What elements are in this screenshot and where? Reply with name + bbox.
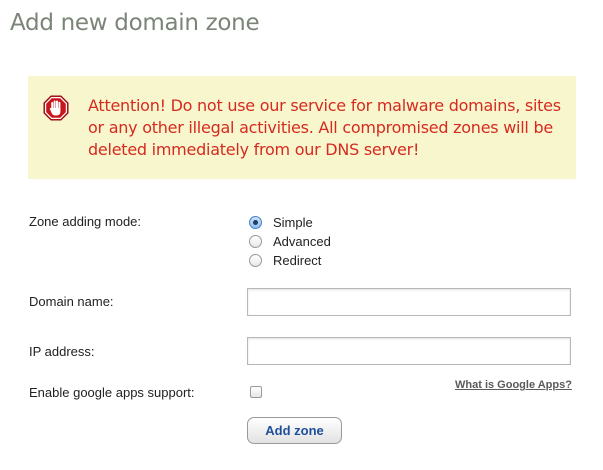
stop-hand-icon (43, 95, 69, 121)
ip-address-label: IP address: (29, 344, 95, 359)
page-title: Add new domain zone (10, 10, 260, 36)
mode-option-advanced[interactable]: Advanced (249, 232, 331, 250)
add-zone-button[interactable]: Add zone (247, 417, 342, 444)
radio-simple[interactable] (249, 215, 262, 229)
radio-redirect-label: Redirect (273, 252, 322, 268)
google-apps-help-link[interactable]: What is Google Apps? (455, 379, 572, 391)
radio-advanced-label: Advanced (273, 233, 331, 249)
domain-name-label: Domain name: (29, 294, 114, 309)
warning-message: Attention! Do not use our service for ma… (88, 96, 561, 159)
mode-option-redirect[interactable]: Redirect (249, 251, 321, 269)
google-apps-checkbox[interactable] (250, 386, 262, 398)
ip-address-input[interactable] (247, 337, 571, 365)
google-apps-label: Enable google apps support: (29, 385, 195, 400)
radio-redirect[interactable] (249, 253, 262, 267)
radio-advanced[interactable] (249, 234, 262, 248)
zone-mode-label: Zone adding mode: (29, 214, 142, 229)
mode-option-simple[interactable]: Simple (249, 213, 313, 231)
warning-box: Attention! Do not use our service for ma… (28, 76, 576, 179)
domain-name-input[interactable] (247, 288, 571, 316)
radio-simple-label: Simple (273, 214, 313, 230)
